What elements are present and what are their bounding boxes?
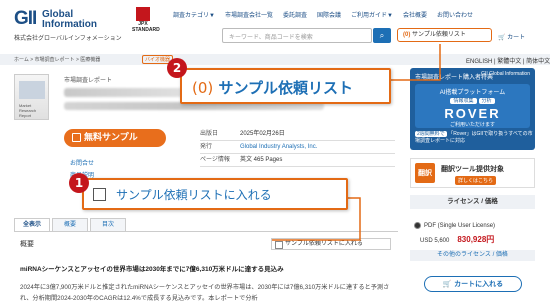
step-number-badge: 2 xyxy=(167,58,187,78)
callout-connectors xyxy=(272,44,441,241)
connector-2 xyxy=(391,44,441,81)
callout-sample-list: (0) サンプル依頼リスト xyxy=(180,68,391,104)
callout-add-to-list: サンプル依頼リストに入れる xyxy=(82,178,348,210)
step-number-badge: 1 xyxy=(69,173,89,193)
checkbox-icon xyxy=(93,188,106,201)
